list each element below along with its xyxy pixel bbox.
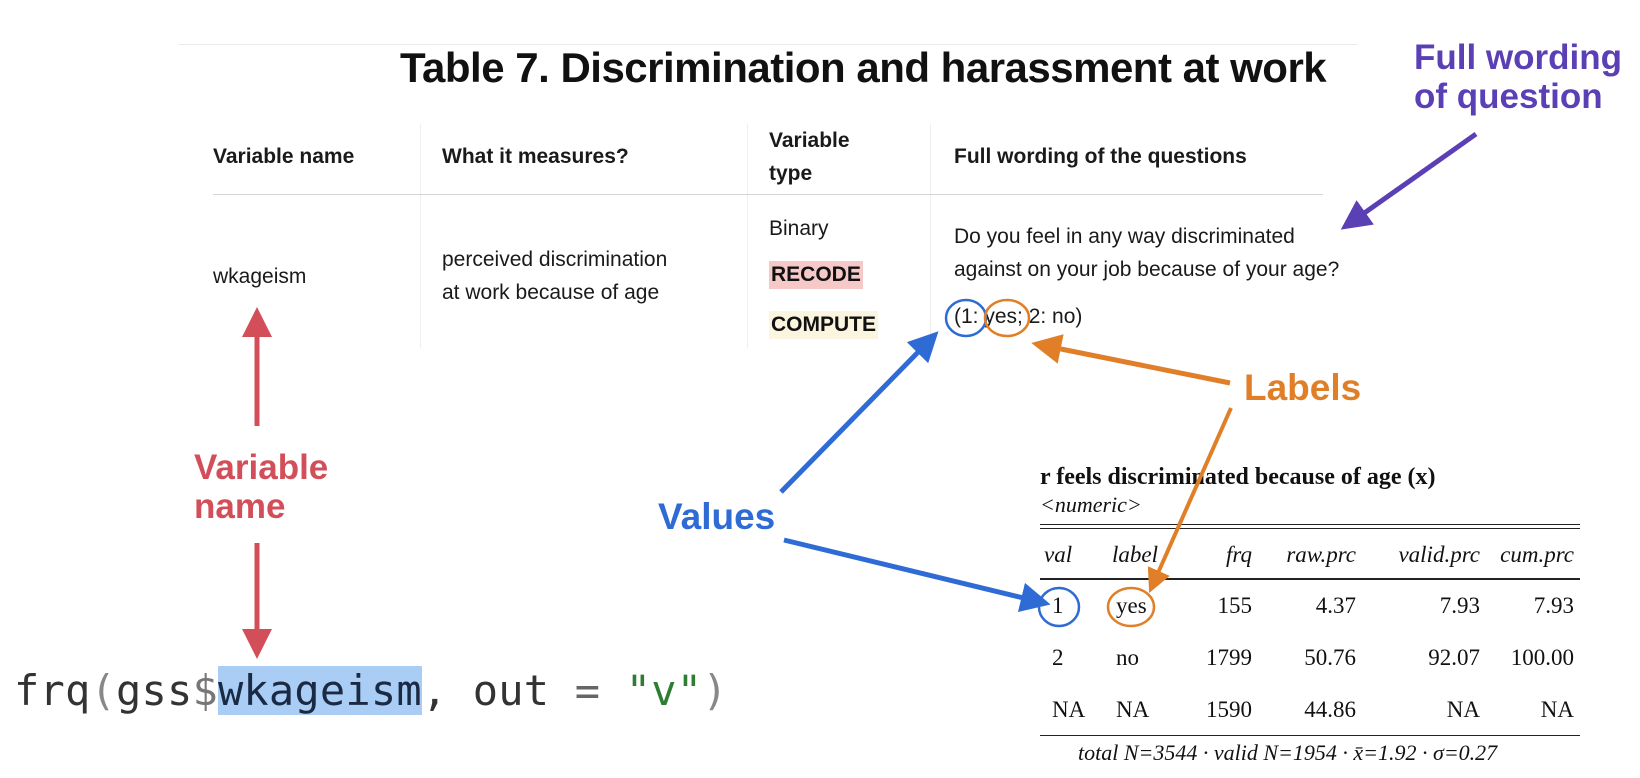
frequency-table-footer: total N=3544 · valid N=1954 · x̄=1.92 · …	[1078, 740, 1498, 765]
code-dollar: $	[192, 666, 218, 715]
code-object: gss	[115, 666, 193, 715]
frequency-table-type: <numeric>	[1040, 492, 1142, 517]
cell-val: NA	[1052, 697, 1086, 722]
coding-open: (1:	[954, 305, 985, 328]
header-variable-type-line-1: Variable	[769, 129, 850, 152]
table-rule	[1040, 735, 1580, 736]
cell-what-measures-line-2: at work because of age	[442, 281, 660, 304]
frequency-table: r feels discriminated because of age (x)…	[1040, 462, 1580, 778]
annotation-labels: Labels	[1244, 367, 1362, 408]
cell-valid-prc: NA	[1446, 697, 1480, 722]
cell-raw-prc: 50.76	[1304, 645, 1356, 670]
cell-frq: 1590	[1206, 697, 1252, 722]
header-full-wording: Full wording of the questions	[954, 145, 1247, 168]
cell-frq: 155	[1217, 593, 1253, 618]
column-header-frq: frq	[1226, 542, 1252, 567]
cell-cum-prc: 100.00	[1510, 645, 1574, 670]
annotation-variable-name-line-2: name	[194, 487, 286, 527]
cell-full-wording: Do you feel in any way discriminated aga…	[954, 220, 1339, 333]
table-rule	[1040, 524, 1580, 525]
cell-variable-name: wkageism	[213, 265, 307, 288]
table-rule	[1040, 578, 1580, 580]
cell-val: 2	[1052, 645, 1064, 670]
code-snippet: frq(gss$wkageism, out = "v")	[14, 666, 728, 715]
cell-what-measures: perceived discrimination at work because…	[442, 243, 667, 309]
cell-label: yes	[1116, 593, 1147, 618]
code-variable-highlight: wkageism	[217, 666, 422, 715]
cell-val: 1	[1052, 593, 1064, 618]
question-line-2: against on your job because of your age?	[954, 258, 1340, 281]
column-header-valid-prc: valid.prc	[1398, 542, 1480, 567]
code-open-paren: (	[90, 666, 116, 715]
column-divider	[930, 124, 931, 348]
cell-valid-prc: 7.93	[1439, 593, 1480, 618]
annotation-values: Values	[658, 496, 776, 537]
annotation-variable-name: Variable name	[194, 448, 328, 526]
header-variable-type-line-2: type	[769, 162, 813, 185]
question-line-1: Do you feel in any way discriminated	[954, 225, 1295, 248]
cell-raw-prc: 4.37	[1315, 593, 1356, 618]
code-equals: =	[574, 666, 601, 715]
table-rule	[1040, 528, 1580, 529]
cell-raw-prc: 44.86	[1304, 697, 1356, 722]
cell-variable-type: Binary RECODE COMPUTE	[769, 212, 878, 341]
frequency-table-title: r feels discriminated because of age (x)	[1040, 464, 1436, 490]
coding-yes: yes;	[984, 305, 1023, 328]
column-header-val: val	[1044, 542, 1073, 567]
header-variable-type: Variable type	[769, 124, 850, 190]
annotation-full-wording: Full wording of question	[1414, 38, 1622, 116]
recode-tag: RECODE	[769, 261, 863, 289]
cell-cum-prc: 7.93	[1533, 593, 1574, 618]
column-divider	[747, 124, 748, 348]
header-what-measures: What it measures?	[442, 145, 629, 168]
arrow-labels-to-question	[1031, 334, 1231, 386]
column-header-label: label	[1112, 542, 1158, 567]
variable-type-binary: Binary	[769, 217, 829, 240]
arrow-values-to-table	[783, 537, 1051, 613]
column-header-cum-prc: cum.prc	[1500, 542, 1574, 567]
code-string: "v"	[625, 666, 703, 715]
coding-rest: 2: no)	[1022, 305, 1083, 328]
cell-label: no	[1116, 645, 1139, 670]
column-divider	[420, 124, 421, 348]
cell-frq: 1799	[1206, 645, 1252, 670]
code-args: , out	[421, 666, 575, 715]
annotation-variable-name-line-1: Variable	[194, 448, 329, 487]
cell-label: NA	[1116, 697, 1150, 722]
code-fn: frq	[14, 666, 91, 715]
page-title: Table 7. Discrimination and harassment a…	[400, 44, 1327, 91]
cell-valid-prc: 92.07	[1428, 645, 1480, 670]
cell-cum-prc: NA	[1540, 697, 1574, 722]
question-coding: (1: yes; 2: no)	[954, 300, 1339, 333]
header-variable-name: Variable name	[213, 145, 355, 168]
annotation-full-wording-line-2: of question	[1414, 77, 1603, 117]
cell-what-measures-line-1: perceived discrimination	[442, 248, 668, 271]
header-divider	[213, 194, 1323, 195]
annotation-full-wording-line-1: Full wording	[1414, 38, 1623, 77]
arrow-values-to-question	[779, 331, 939, 494]
column-header-raw-prc: raw.prc	[1286, 542, 1356, 567]
compute-tag: COMPUTE	[769, 311, 878, 339]
code-close-paren: )	[702, 666, 728, 715]
arrow-full-wording	[1340, 131, 1478, 230]
